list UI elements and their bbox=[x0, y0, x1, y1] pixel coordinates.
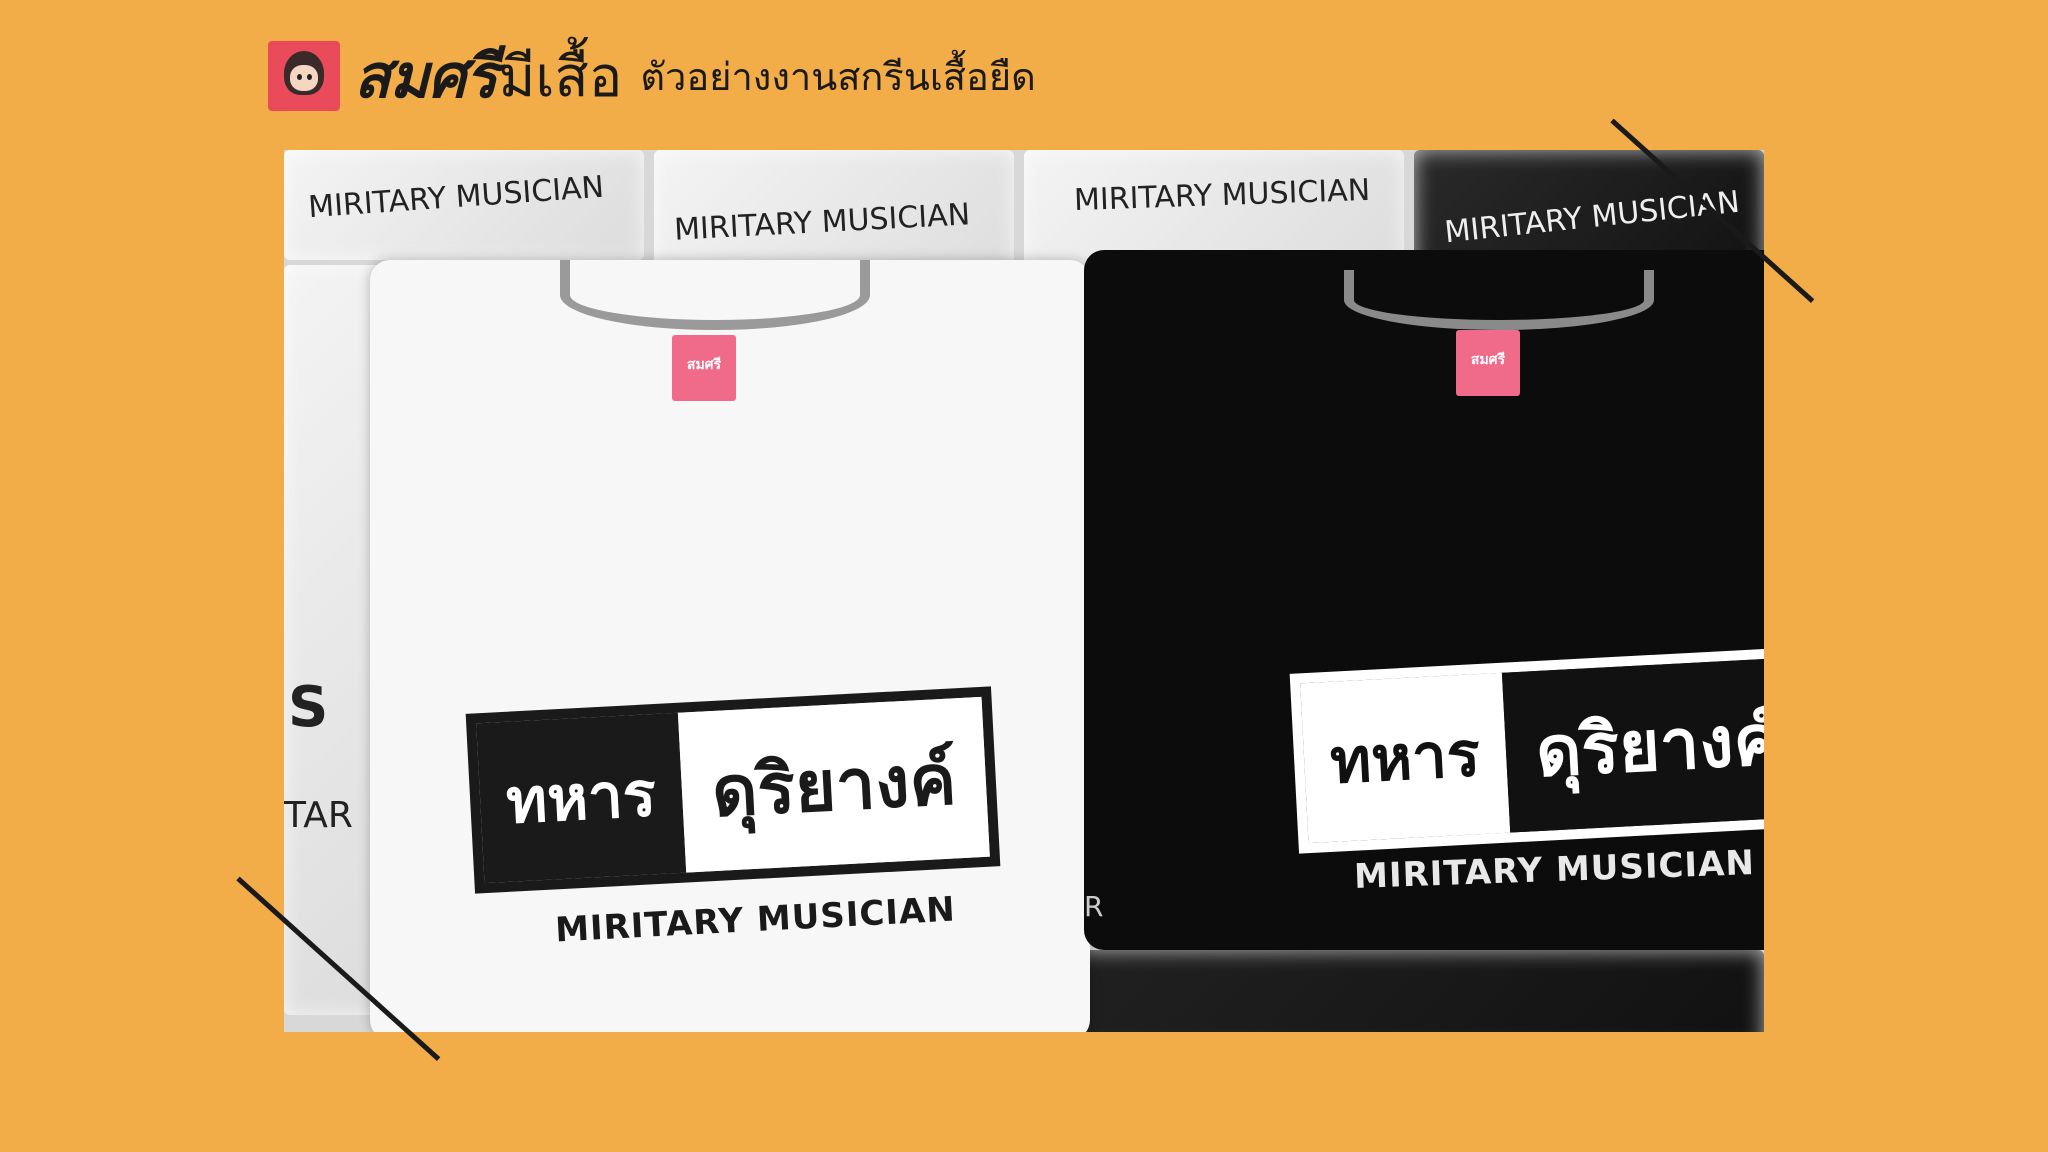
page-subtitle: ตัวอย่างงานสกรีนเสื้อยืด bbox=[640, 54, 1036, 99]
print-word-left: ทหาร bbox=[1300, 672, 1511, 844]
bag-fragment: R bbox=[1084, 890, 1104, 923]
brand-neck-tag: สมศรี bbox=[1456, 330, 1520, 396]
black-tshirt: สมศรี ทหาร ดุริยางค์ MIRITARY MUSICIAN R bbox=[1084, 250, 1764, 950]
bag-fragment: S bbox=[288, 675, 329, 740]
brand-logo bbox=[268, 41, 340, 111]
print-word-right: ดุริยางค์ bbox=[1501, 656, 1764, 833]
print-subtitle: MIRITARY MUSICIAN bbox=[1353, 843, 1756, 897]
bagged-shirt: MIRITARY MUSICIAN bbox=[284, 150, 644, 260]
screen-print-box: ทหาร ดุริยางค์ bbox=[1289, 646, 1764, 854]
brand-name-bold: สมศรี bbox=[354, 41, 497, 112]
print-word-left: ทหาร bbox=[476, 712, 687, 884]
bag-label: MIRITARY MUSICIAN bbox=[307, 169, 606, 226]
bag-label: MIRITARY MUSICIAN bbox=[673, 197, 971, 248]
print-word-right: ดุริยางค์ bbox=[677, 696, 991, 873]
collar bbox=[1344, 270, 1654, 330]
tshirt-photo: MIRITARY MUSICIAN MIRITARY MUSICIAN MIRI… bbox=[284, 150, 1764, 1032]
print-subtitle: MIRITARY MUSICIAN bbox=[554, 889, 957, 951]
collar bbox=[560, 260, 870, 330]
bag-fragment: TAR bbox=[284, 795, 353, 836]
brand-name-regular: มีเสื้อ bbox=[498, 44, 623, 110]
screen-print-box: ทหาร ดุริยางค์ bbox=[465, 686, 1001, 894]
bag-label: MIRITARY MUSICIAN bbox=[1073, 172, 1371, 219]
white-tshirt: สมศรี ทหาร ดุริยางค์ MIRITARY MUSICIAN bbox=[370, 260, 1090, 1032]
header: สมศรี มีเสื้อ ตัวอย่างงานสกรีนเสื้อยืด bbox=[268, 36, 1036, 116]
brand-neck-tag: สมศรี bbox=[672, 335, 736, 401]
